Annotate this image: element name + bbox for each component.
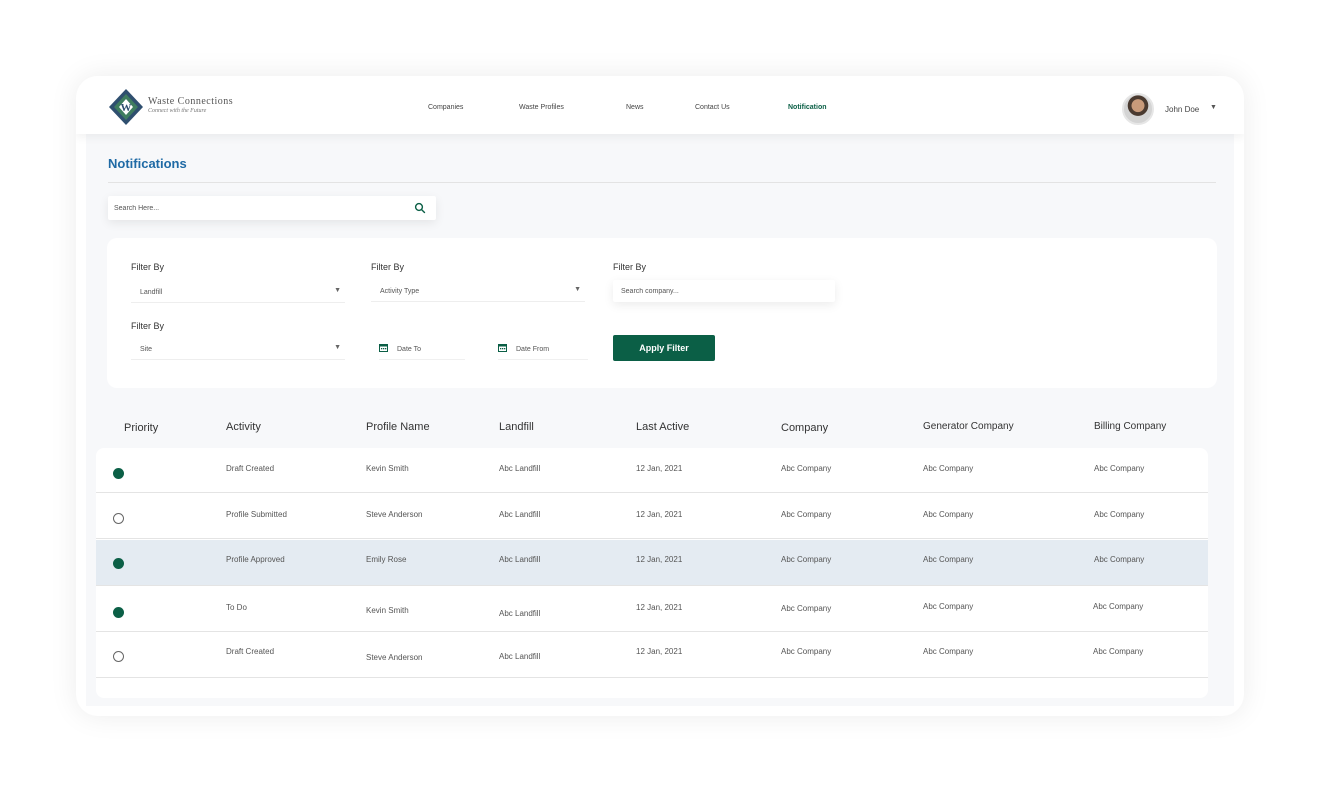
app-window: W Waste Connections Connect with the Fut… bbox=[76, 76, 1244, 716]
nav-companies[interactable]: Companies bbox=[428, 104, 463, 111]
cell-profile-name: Steve Anderson bbox=[366, 653, 423, 662]
apply-filter-button[interactable]: Apply Filter bbox=[613, 335, 715, 361]
top-navbar: W Waste Connections Connect with the Fut… bbox=[76, 76, 1244, 134]
site-select[interactable]: Site ▼ bbox=[131, 338, 345, 360]
date-from-field[interactable]: Date From bbox=[498, 338, 588, 360]
cell-landfill: Abc Landfill bbox=[499, 510, 541, 519]
notifications-table: Draft Created Kevin Smith Abc Landfill 1… bbox=[96, 448, 1208, 698]
cell-generator-company: Abc Company bbox=[923, 464, 974, 473]
brand-name: Waste Connections bbox=[148, 96, 234, 107]
brand-wordmark: Waste Connections Connect with the Futur… bbox=[148, 97, 233, 115]
cell-last-active: 12 Jan, 2021 bbox=[636, 464, 683, 473]
cell-company: Abc Company bbox=[781, 510, 832, 519]
cell-billing-company: Abc Company bbox=[1093, 647, 1144, 656]
filter-label-site: Filter By bbox=[131, 321, 165, 331]
cell-billing-company: Abc Company bbox=[1093, 602, 1144, 611]
priority-indicator[interactable] bbox=[113, 607, 124, 618]
chevron-down-icon: ▼ bbox=[334, 344, 341, 351]
nav-contact-us[interactable]: Contact Us bbox=[695, 104, 730, 111]
activity-type-select[interactable]: Activity Type ▼ bbox=[371, 280, 585, 302]
column-header-last-active[interactable]: Last Active bbox=[636, 421, 689, 433]
divider bbox=[108, 182, 1216, 183]
avatar[interactable] bbox=[1122, 93, 1154, 125]
cell-activity: Draft Created bbox=[226, 464, 275, 473]
nav-news[interactable]: News bbox=[626, 104, 644, 111]
priority-indicator[interactable] bbox=[113, 468, 124, 479]
cell-activity: Profile Approved bbox=[226, 555, 285, 564]
cell-profile-name: Steve Anderson bbox=[366, 510, 423, 519]
cell-generator-company: Abc Company bbox=[923, 602, 974, 611]
column-header-billing-company[interactable]: Billing Company bbox=[1094, 421, 1166, 432]
cell-last-active: 12 Jan, 2021 bbox=[636, 510, 683, 519]
cell-landfill: Abc Landfill bbox=[499, 464, 541, 473]
table-row[interactable]: Draft Created Steve Anderson Abc Landfil… bbox=[96, 633, 1208, 678]
chevron-down-icon[interactable]: ▼ bbox=[1210, 104, 1217, 111]
chevron-down-icon: ▼ bbox=[334, 287, 341, 294]
nav-notification[interactable]: Notification bbox=[788, 104, 827, 111]
cell-landfill: Abc Landfill bbox=[499, 555, 541, 564]
priority-indicator[interactable] bbox=[113, 558, 124, 569]
cell-company: Abc Company bbox=[781, 555, 832, 564]
company-search-box bbox=[613, 280, 835, 303]
svg-text:W: W bbox=[121, 102, 132, 114]
landfill-select[interactable]: Landfill ▼ bbox=[131, 281, 345, 303]
site-select-value: Site bbox=[140, 346, 153, 353]
calendar-icon bbox=[379, 344, 388, 352]
search-input[interactable] bbox=[108, 196, 398, 220]
cell-landfill: Abc Landfill bbox=[499, 609, 541, 618]
cell-generator-company: Abc Company bbox=[923, 647, 974, 656]
cell-last-active: 12 Jan, 2021 bbox=[636, 603, 683, 612]
cell-billing-company: Abc Company bbox=[1094, 510, 1145, 519]
date-from-label: Date From bbox=[516, 346, 550, 353]
table-row[interactable]: Draft Created Kevin Smith Abc Landfill 1… bbox=[96, 448, 1208, 493]
search-bar bbox=[108, 196, 436, 220]
cell-profile-name: Emily Rose bbox=[366, 555, 407, 564]
table-row[interactable]: Profile Approved Emily Rose Abc Landfill… bbox=[96, 540, 1208, 586]
table-row[interactable]: To Do Kevin Smith Abc Landfill 12 Jan, 2… bbox=[96, 587, 1208, 632]
date-to-field[interactable]: Date To bbox=[379, 338, 465, 360]
cell-generator-company: Abc Company bbox=[923, 555, 974, 564]
cell-profile-name: Kevin Smith bbox=[366, 464, 409, 473]
cell-profile-name: Kevin Smith bbox=[366, 606, 409, 615]
filter-label-activity: Filter By bbox=[371, 262, 405, 272]
landfill-select-value: Landfill bbox=[140, 289, 163, 296]
priority-indicator[interactable] bbox=[113, 513, 124, 524]
column-header-company[interactable]: Company bbox=[781, 422, 828, 434]
column-header-profile-name[interactable]: Profile Name bbox=[366, 421, 430, 433]
filter-panel: Filter By Landfill ▼ Filter By Activity … bbox=[107, 238, 1217, 388]
company-search-input[interactable] bbox=[613, 280, 835, 303]
filter-label-landfill: Filter By bbox=[131, 262, 165, 272]
column-header-generator-company[interactable]: Generator Company bbox=[923, 421, 1014, 432]
user-name[interactable]: John Doe bbox=[1165, 105, 1199, 114]
activity-type-select-value: Activity Type bbox=[380, 288, 420, 295]
cell-company: Abc Company bbox=[781, 464, 832, 473]
cell-landfill: Abc Landfill bbox=[499, 652, 541, 661]
nav-waste-profiles[interactable]: Waste Profiles bbox=[519, 104, 564, 111]
column-header-activity[interactable]: Activity bbox=[226, 421, 261, 433]
cell-activity: To Do bbox=[226, 603, 247, 612]
cell-last-active: 12 Jan, 2021 bbox=[636, 647, 683, 656]
calendar-icon bbox=[498, 344, 507, 352]
chevron-down-icon: ▼ bbox=[574, 286, 581, 293]
priority-indicator[interactable] bbox=[113, 651, 124, 662]
cell-activity: Draft Created bbox=[226, 647, 275, 656]
page-title: Notifications bbox=[108, 156, 187, 171]
column-header-landfill[interactable]: Landfill bbox=[499, 421, 534, 433]
date-to-label: Date To bbox=[397, 346, 421, 353]
cell-billing-company: Abc Company bbox=[1094, 464, 1145, 473]
cell-activity: Profile Submitted bbox=[226, 510, 287, 519]
table-row[interactable]: Profile Submitted Steve Anderson Abc Lan… bbox=[96, 494, 1208, 539]
cell-billing-company: Abc Company bbox=[1094, 555, 1145, 564]
brand-tagline: Connect with the Future bbox=[148, 108, 207, 114]
column-header-priority[interactable]: Priority bbox=[124, 422, 158, 434]
cell-company: Abc Company bbox=[781, 647, 832, 656]
brand-logo[interactable]: W bbox=[108, 88, 144, 126]
filter-label-company: Filter By bbox=[613, 262, 647, 272]
cell-company: Abc Company bbox=[781, 604, 832, 613]
cell-last-active: 12 Jan, 2021 bbox=[636, 555, 683, 564]
cell-generator-company: Abc Company bbox=[923, 510, 974, 519]
search-icon[interactable] bbox=[414, 202, 426, 214]
